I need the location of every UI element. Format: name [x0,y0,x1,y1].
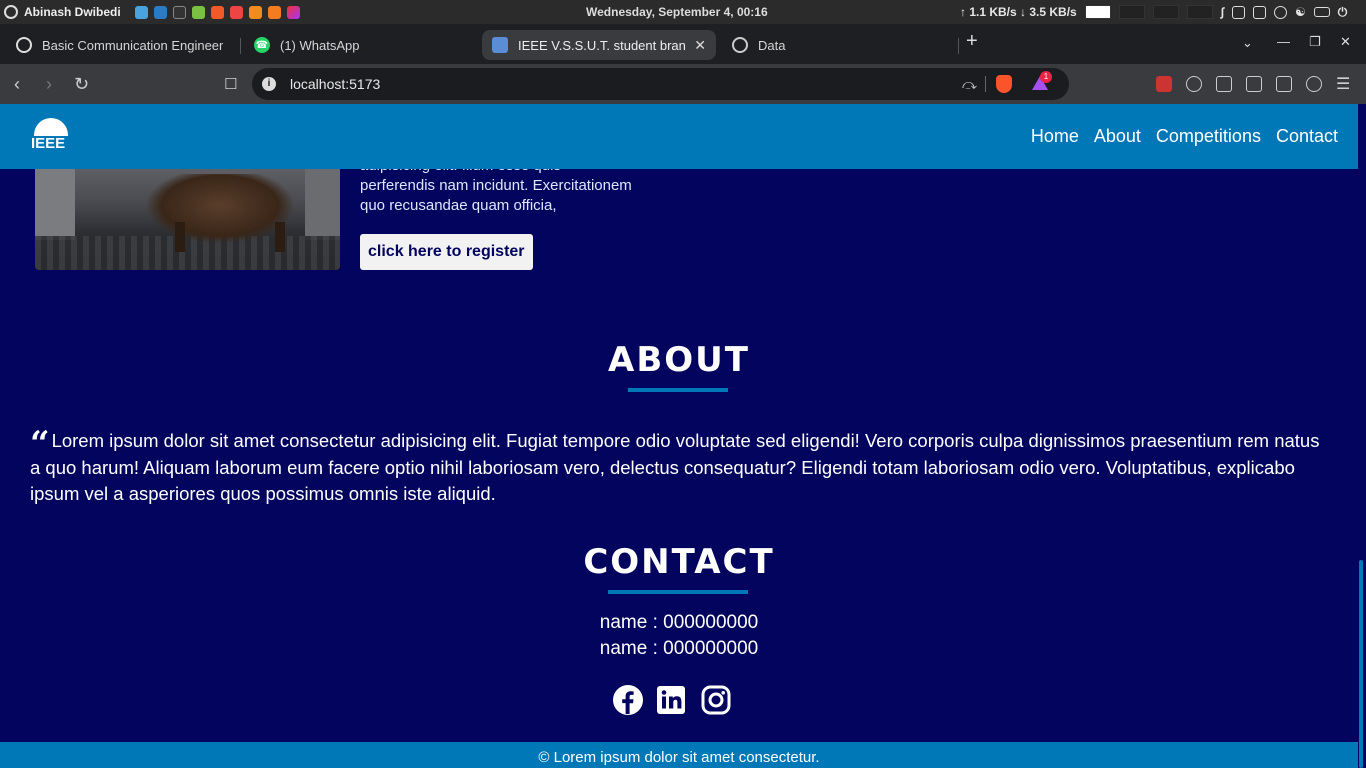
tab-whatsapp[interactable]: ☎ (1) WhatsApp [244,30,476,60]
address-bar[interactable]: i localhost:5173 ⤼ 1 [252,68,1069,100]
browser-toolbar: ‹ › ↻ ☐ i localhost:5173 ⤼ 1 ☰ [0,64,1366,104]
clipboard-icon[interactable] [1232,5,1246,19]
media-app-icon[interactable] [229,5,243,19]
wallet-icon[interactable] [1276,76,1292,92]
tab-title: Basic Communication Engineer [42,37,224,53]
grid-app-icon[interactable] [267,5,281,19]
forward-icon[interactable]: › [46,74,52,95]
tab-title: (1) WhatsApp [280,37,360,53]
register-button[interactable]: click here to register [360,234,533,270]
url-text[interactable]: localhost:5173 [290,76,380,92]
logo-dome-shape [34,118,68,136]
site-info-icon[interactable]: i [262,77,276,91]
reload-icon[interactable]: ↻ [74,74,89,95]
vscode-app-icon[interactable] [153,5,167,19]
store-app-icon[interactable] [248,5,262,19]
os-panel-left: Abinash Dwibedi [0,0,300,24]
linkedin-icon[interactable] [655,684,687,716]
about-text: Lorem ipsum dolor sit amet consectetur a… [30,430,1320,504]
tab-title: Data [758,37,786,53]
contact-line: name : 000000000 [599,638,759,659]
web-page: adipisicing elit. Illum esse quis perfer… [0,104,1366,768]
contact-line: name : 000000000 [599,612,759,633]
ieee-logo[interactable]: IEEE [30,118,74,160]
globe-icon [732,37,748,53]
scrollbar-thumb[interactable] [1359,560,1363,768]
tab-basic-communication[interactable]: Basic Communication Engineer [6,30,238,60]
new-tab-icon[interactable]: + [966,30,978,53]
instagram-icon[interactable] [700,684,732,716]
os-menu-icon[interactable] [4,5,18,19]
about-paragraph: “Lorem ipsum dolor sit amet consectetur … [30,427,1330,508]
nav-about[interactable]: About [1094,126,1141,147]
nav-home[interactable]: Home [1031,126,1079,147]
maximize-icon[interactable]: ❐ [1309,34,1321,50]
logo-text: IEEE [31,135,66,152]
mem-graph [1118,5,1145,19]
leo-ai-icon[interactable] [1306,76,1322,92]
back-icon[interactable]: ‹ [14,74,20,95]
tab-data[interactable]: Data [722,30,954,60]
tab-separator [958,38,959,54]
ieee-icon [492,37,508,53]
net-speed: ↑ 1.1 KB/s ↓ 3.5 KB/s [960,5,1077,19]
terminal-app-icon[interactable] [172,5,186,19]
paint-app-icon[interactable] [286,5,300,19]
brave-app-icon[interactable] [210,5,224,19]
os-top-panel: Abinash Dwibedi Wednesday, September 4, … [0,0,1366,24]
share-icon[interactable]: ⤼ [962,76,977,93]
bull-leg-shape [175,222,185,252]
clock-icon[interactable] [1274,5,1288,19]
battery-icon[interactable] [1313,7,1330,17]
site-header: IEEE Home About Competitions Contact [0,104,1358,169]
tab-separator [240,38,241,54]
wifi-icon[interactable]: ☯ [1295,5,1306,19]
nav-contact[interactable]: Contact [1276,126,1338,147]
browser-tab-bar: Basic Communication Engineer ☎ (1) Whats… [0,24,1366,64]
swap-graph [1152,5,1179,19]
extensions-puzzle-icon[interactable] [1216,76,1232,92]
tab-list-chevron-icon[interactable]: ⌄ [1242,35,1253,51]
facebook-icon[interactable] [612,684,644,716]
bull-statue-shape [145,174,295,244]
tab-ieee[interactable]: IEEE V.S.S.U.T. student bran ✕ [482,30,716,60]
tab-title: IEEE V.S.S.U.T. student bran [518,37,686,53]
bluetooth-icon[interactable]: ∫ [1221,5,1224,19]
bookmark-icon[interactable]: ☐ [224,75,237,93]
cpu-graph [1084,5,1111,19]
os-user-name[interactable]: Abinash Dwibedi [24,5,121,19]
nav-competitions[interactable]: Competitions [1156,126,1261,147]
net-graph [1186,5,1213,19]
close-tab-icon[interactable]: ✕ [694,37,706,54]
site-nav: Home About Competitions Contact [1031,126,1338,147]
files-app-icon[interactable] [134,5,148,19]
extension-target-icon[interactable] [1186,76,1202,92]
whatsapp-icon: ☎ [254,37,270,53]
close-window-icon[interactable]: ✕ [1340,34,1351,50]
extension-red-icon[interactable] [1156,76,1172,92]
bull-leg-shape [275,222,285,252]
minimize-icon[interactable]: — [1277,34,1290,49]
power-icon[interactable]: ⏻ [1338,5,1348,20]
rewards-badge: 1 [1040,71,1052,83]
os-clock[interactable]: Wednesday, September 4, 00:16 [586,5,768,19]
contact-underline [608,590,748,594]
brave-shields-icon[interactable] [996,75,1012,93]
contact-title: CONTACT [583,542,775,582]
menu-icon[interactable]: ☰ [1336,74,1350,94]
site-footer: © Lorem ipsum dolor sit amet consectetur… [0,742,1358,768]
about-underline [628,388,728,392]
about-title: ABOUT [608,340,750,380]
android-app-icon[interactable] [191,5,205,19]
sidebar-icon[interactable] [1246,76,1262,92]
divider [985,76,986,92]
os-tray: ↑ 1.1 KB/s ↓ 3.5 KB/s ∫ ☯ ⏻ [960,0,1347,24]
chatgpt-icon [16,37,32,53]
package-icon[interactable] [1253,5,1267,19]
